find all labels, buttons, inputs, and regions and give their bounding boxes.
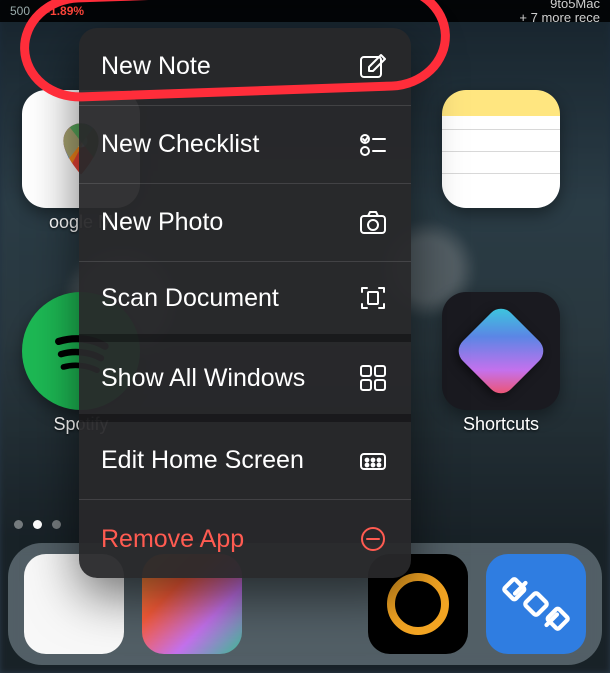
shortcuts-tile-icon (453, 303, 549, 399)
notification-more: + 7 more rece (519, 11, 600, 25)
menu-item-label: New Photo (101, 208, 223, 237)
podcasts-ring-icon (387, 573, 449, 635)
menu-item-remove-app[interactable]: Remove App (79, 500, 411, 578)
menu-item-scan-document[interactable]: Scan Document (79, 262, 411, 342)
grid-icon (357, 362, 389, 394)
shortcuts-label: Shortcuts (431, 414, 571, 435)
scan-icon (357, 282, 389, 314)
notes-app-icon[interactable] (442, 90, 560, 208)
compose-icon (357, 51, 389, 83)
apps-icon (357, 445, 389, 477)
menu-item-label: New Note (101, 52, 211, 81)
dock-app-4[interactable] (486, 554, 586, 654)
menu-item-new-checklist[interactable]: New Checklist (79, 106, 411, 184)
menu-item-new-note[interactable]: New Note (79, 28, 411, 106)
status-bar: 500 -1.89% 9to5Mac + 7 more rece (0, 0, 610, 22)
menu-item-edit-home-screen[interactable]: Edit Home Screen (79, 422, 411, 500)
menu-item-label: Edit Home Screen (101, 446, 304, 475)
remove-icon (357, 523, 389, 555)
status-ticker-change: -1.89% (46, 4, 84, 18)
notes-context-menu: New Note New Checklist New Photo Scan Docum… (79, 28, 411, 578)
menu-item-new-photo[interactable]: New Photo (79, 184, 411, 262)
notification-summary: 9to5Mac + 7 more rece (519, 0, 600, 25)
checklist-icon (357, 129, 389, 161)
status-ticker-label: 500 (10, 4, 30, 18)
shortcuts-app-icon[interactable] (442, 292, 560, 410)
camera-icon (357, 207, 389, 239)
menu-item-label: Remove App (101, 525, 244, 554)
satellite-icon (501, 569, 571, 639)
menu-item-label: Scan Document (101, 284, 279, 313)
menu-item-label: New Checklist (101, 130, 259, 159)
menu-item-show-all-windows[interactable]: Show All Windows (79, 342, 411, 422)
menu-item-label: Show All Windows (101, 364, 305, 393)
page-indicator[interactable] (14, 520, 61, 529)
